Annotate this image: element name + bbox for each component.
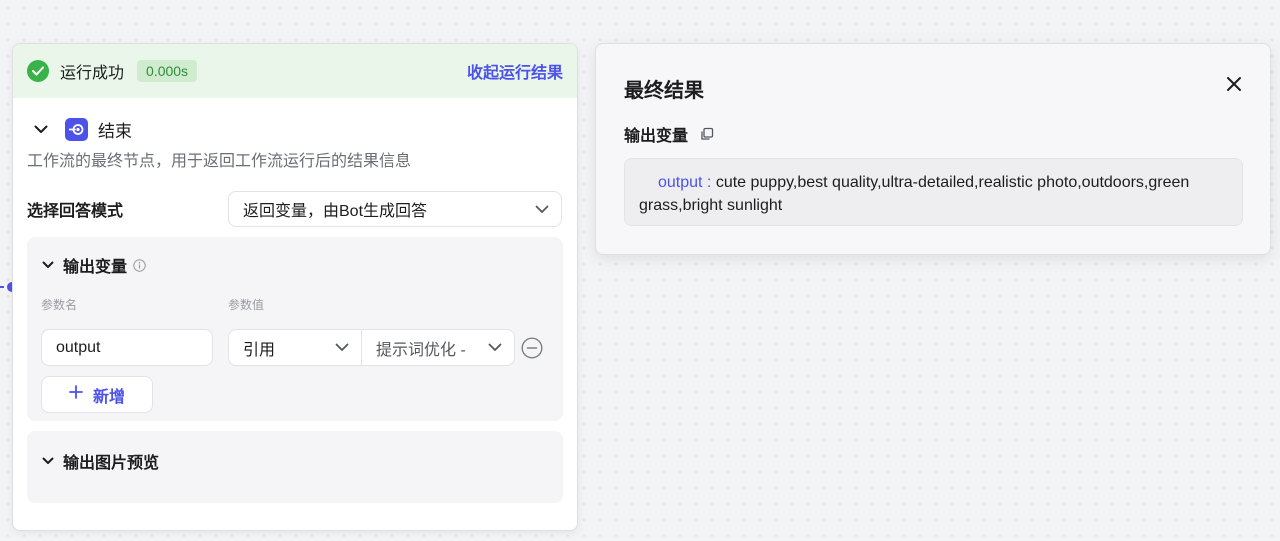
output-value-box: output : cute puppy,best quality,ultra-d… [624,158,1243,226]
chevron-down-icon [41,453,55,469]
output-value: cute puppy,best quality,ultra-detailed,r… [639,174,1190,214]
answer-mode-value: 返回变量，由Bot生成回答 [243,203,428,220]
add-variable-button[interactable]: 新增 [41,376,153,413]
output-variables-title: 输出变量 [63,259,128,276]
connector-line [0,286,4,288]
image-preview-panel: 输出图片预览 [27,431,563,503]
variable-name-input[interactable]: output [41,329,213,366]
chevron-down-icon [535,205,549,214]
close-icon[interactable] [1226,76,1242,92]
image-preview-title: 输出图片预览 [63,455,160,472]
reference-type-value: 引用 [243,341,276,359]
chevron-down-icon [488,343,502,352]
duration-badge: 0.000s [137,60,198,82]
variable-row: output 引用 提示词优化 - [41,329,549,366]
output-variable-label-text: 输出变量 [624,128,689,145]
answer-mode-row: 选择回答模式 返回变量，由Bot生成回答 [13,188,577,228]
answer-mode-select[interactable]: 返回变量，由Bot生成回答 [228,191,562,227]
answer-mode-label: 选择回答模式 [27,203,124,220]
plus-icon [69,385,83,404]
end-node-card: 运行成功 0.000s 收起运行结果 结束 工作流的最终节点，用于返回工作流运行… [12,43,578,531]
output-variables-panel: 输出变量 参数名 参数值 output 引用 提示词优化 - 新增 [27,237,563,421]
info-icon[interactable] [133,258,146,272]
output-key: output : [658,174,712,191]
reference-value: 提示词优化 - [376,341,466,359]
param-name-header: 参数名 [41,298,78,312]
remove-circle-icon[interactable] [521,336,543,359]
run-status-text: 运行成功 [60,65,125,82]
end-node-icon [65,117,88,141]
reference-type-select[interactable]: 引用 [228,329,362,366]
image-preview-header[interactable]: 输出图片预览 [41,449,549,473]
column-headers: 参数名 参数值 [41,296,549,313]
reference-value-select[interactable]: 提示词优化 - [362,329,515,366]
node-title: 结束 [98,121,132,141]
chevron-down-icon [335,343,349,352]
node-description: 工作流的最终节点，用于返回工作流运行后的结果信息 [27,153,412,170]
final-result-panel: 最终结果 输出变量 output : cute puppy,best quali… [595,43,1271,255]
node-header: 结束 [13,98,577,144]
run-status-bar: 运行成功 0.000s 收起运行结果 [13,44,577,98]
success-check-icon [27,60,49,82]
output-variables-header[interactable]: 输出变量 [41,253,549,277]
add-variable-label: 新增 [92,388,125,406]
final-result-title: 最终结果 [624,80,704,102]
param-value-header: 参数值 [228,298,265,312]
output-variable-label: 输出变量 [624,122,714,146]
copy-icon[interactable] [700,127,714,141]
collapse-results-link[interactable]: 收起运行结果 [467,59,563,83]
chevron-down-icon [41,257,55,273]
chevron-down-icon[interactable] [33,121,49,137]
